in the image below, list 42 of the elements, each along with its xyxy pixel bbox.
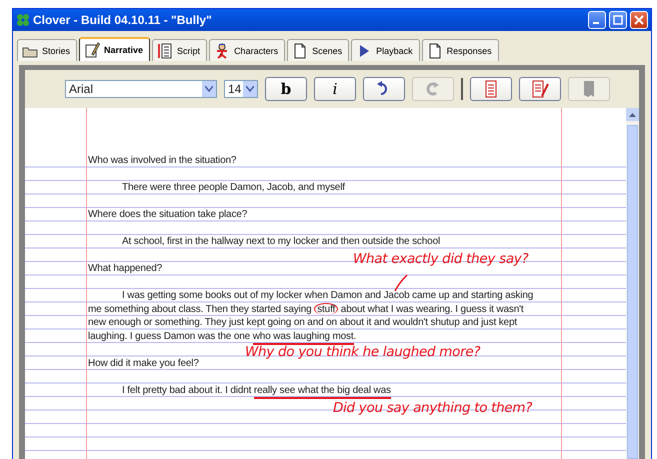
- answer-text: At school, first in the hallway next to my locker and then outside the school: [121, 235, 442, 248]
- handwritten-comment: What exactly did they say?: [353, 251, 528, 267]
- question-text: What happened?: [88, 262, 164, 276]
- italic-button[interactable]: i: [314, 77, 356, 101]
- pencil-icon: [84, 42, 100, 58]
- minimize-button[interactable]: [588, 11, 606, 29]
- size-dropdown[interactable]: 14: [224, 80, 258, 98]
- caret-icon: [205, 86, 213, 92]
- font-dropdown[interactable]: Arial: [65, 80, 217, 98]
- tab[interactable]: Scenes: [287, 39, 350, 61]
- scrollbar[interactable]: [626, 108, 639, 459]
- bold-button[interactable]: b: [265, 77, 307, 101]
- clover-icon: [16, 13, 30, 27]
- answer-text: I was getting some books out of my locker when Damon and Jacob came up and starting asking me something about class. Then they started saying stuff about what I was wearing. I guess it wasn't new enough or something. They just kept going on and on about it and wouldn't shutup and just kept laughing. I guess Damon was the one who was laughing most.: [88, 289, 540, 343]
- maximize-button[interactable]: [609, 11, 627, 29]
- page-icon: [292, 42, 308, 58]
- tab[interactable]: Playback: [351, 39, 420, 61]
- answer-text: There were three people Damon, Jacob, and myself: [121, 181, 346, 194]
- leader-line: [394, 274, 408, 292]
- tab[interactable]: Script: [152, 39, 208, 61]
- tab[interactable]: Narrative: [79, 37, 150, 61]
- close-icon: [634, 15, 644, 25]
- maximize-icon: [613, 15, 623, 25]
- handwritten-comment: Did you say anything to them?: [333, 400, 532, 416]
- window-title: Clover - Build 04.10.11 - "Bully": [33, 13, 213, 27]
- tab[interactable]: Responses: [422, 39, 499, 61]
- question-text: Who was involved in the situation?: [88, 154, 238, 168]
- answer-text: I felt pretty bad about it. I didnt really see what the big deal was: [88, 384, 540, 397]
- tab[interactable]: Characters: [209, 39, 286, 61]
- document-pen-icon: [531, 80, 549, 98]
- undo-button[interactable]: [363, 77, 405, 101]
- docpen-button[interactable]: [519, 77, 561, 101]
- close-button[interactable]: [630, 11, 648, 29]
- handwritten-comment: Why do you think he laughed more?: [245, 344, 480, 360]
- script-icon: [157, 42, 174, 58]
- page-icon: [426, 42, 443, 58]
- up-arrow-icon: [629, 112, 636, 117]
- question-text: How did it make you feel?: [88, 356, 200, 370]
- doc-button[interactable]: [470, 77, 512, 101]
- tab[interactable]: Stories: [17, 39, 78, 61]
- caret-icon: [246, 86, 254, 92]
- question-text: Where does the situation take place?: [88, 208, 248, 222]
